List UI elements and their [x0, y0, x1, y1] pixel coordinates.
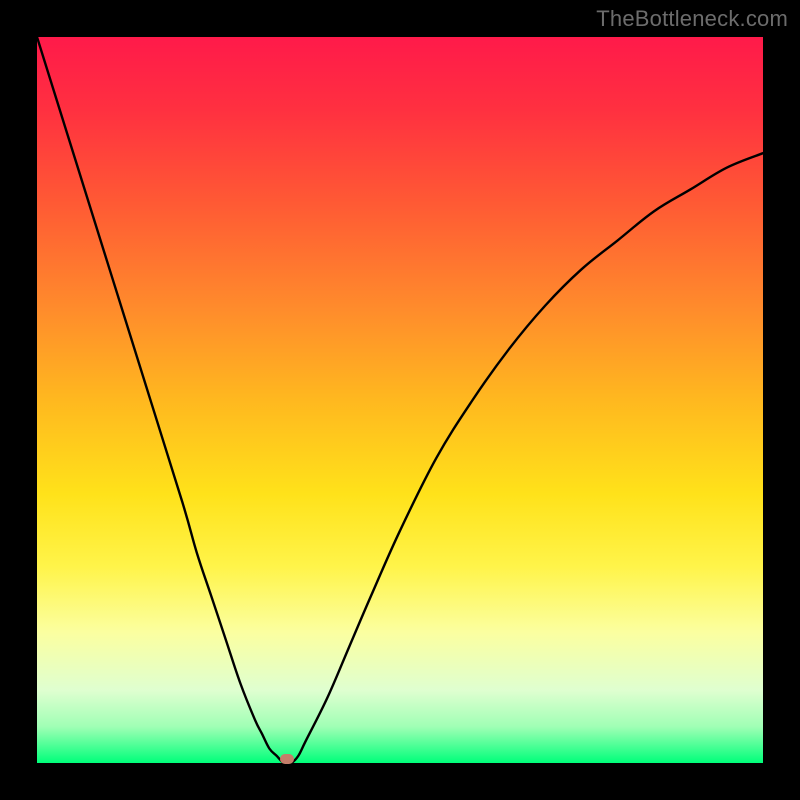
- optimal-point-marker: [280, 754, 294, 764]
- watermark-text: TheBottleneck.com: [596, 6, 788, 32]
- chart-frame: TheBottleneck.com: [0, 0, 800, 800]
- bottleneck-curve: [37, 37, 763, 763]
- plot-area: [37, 37, 763, 763]
